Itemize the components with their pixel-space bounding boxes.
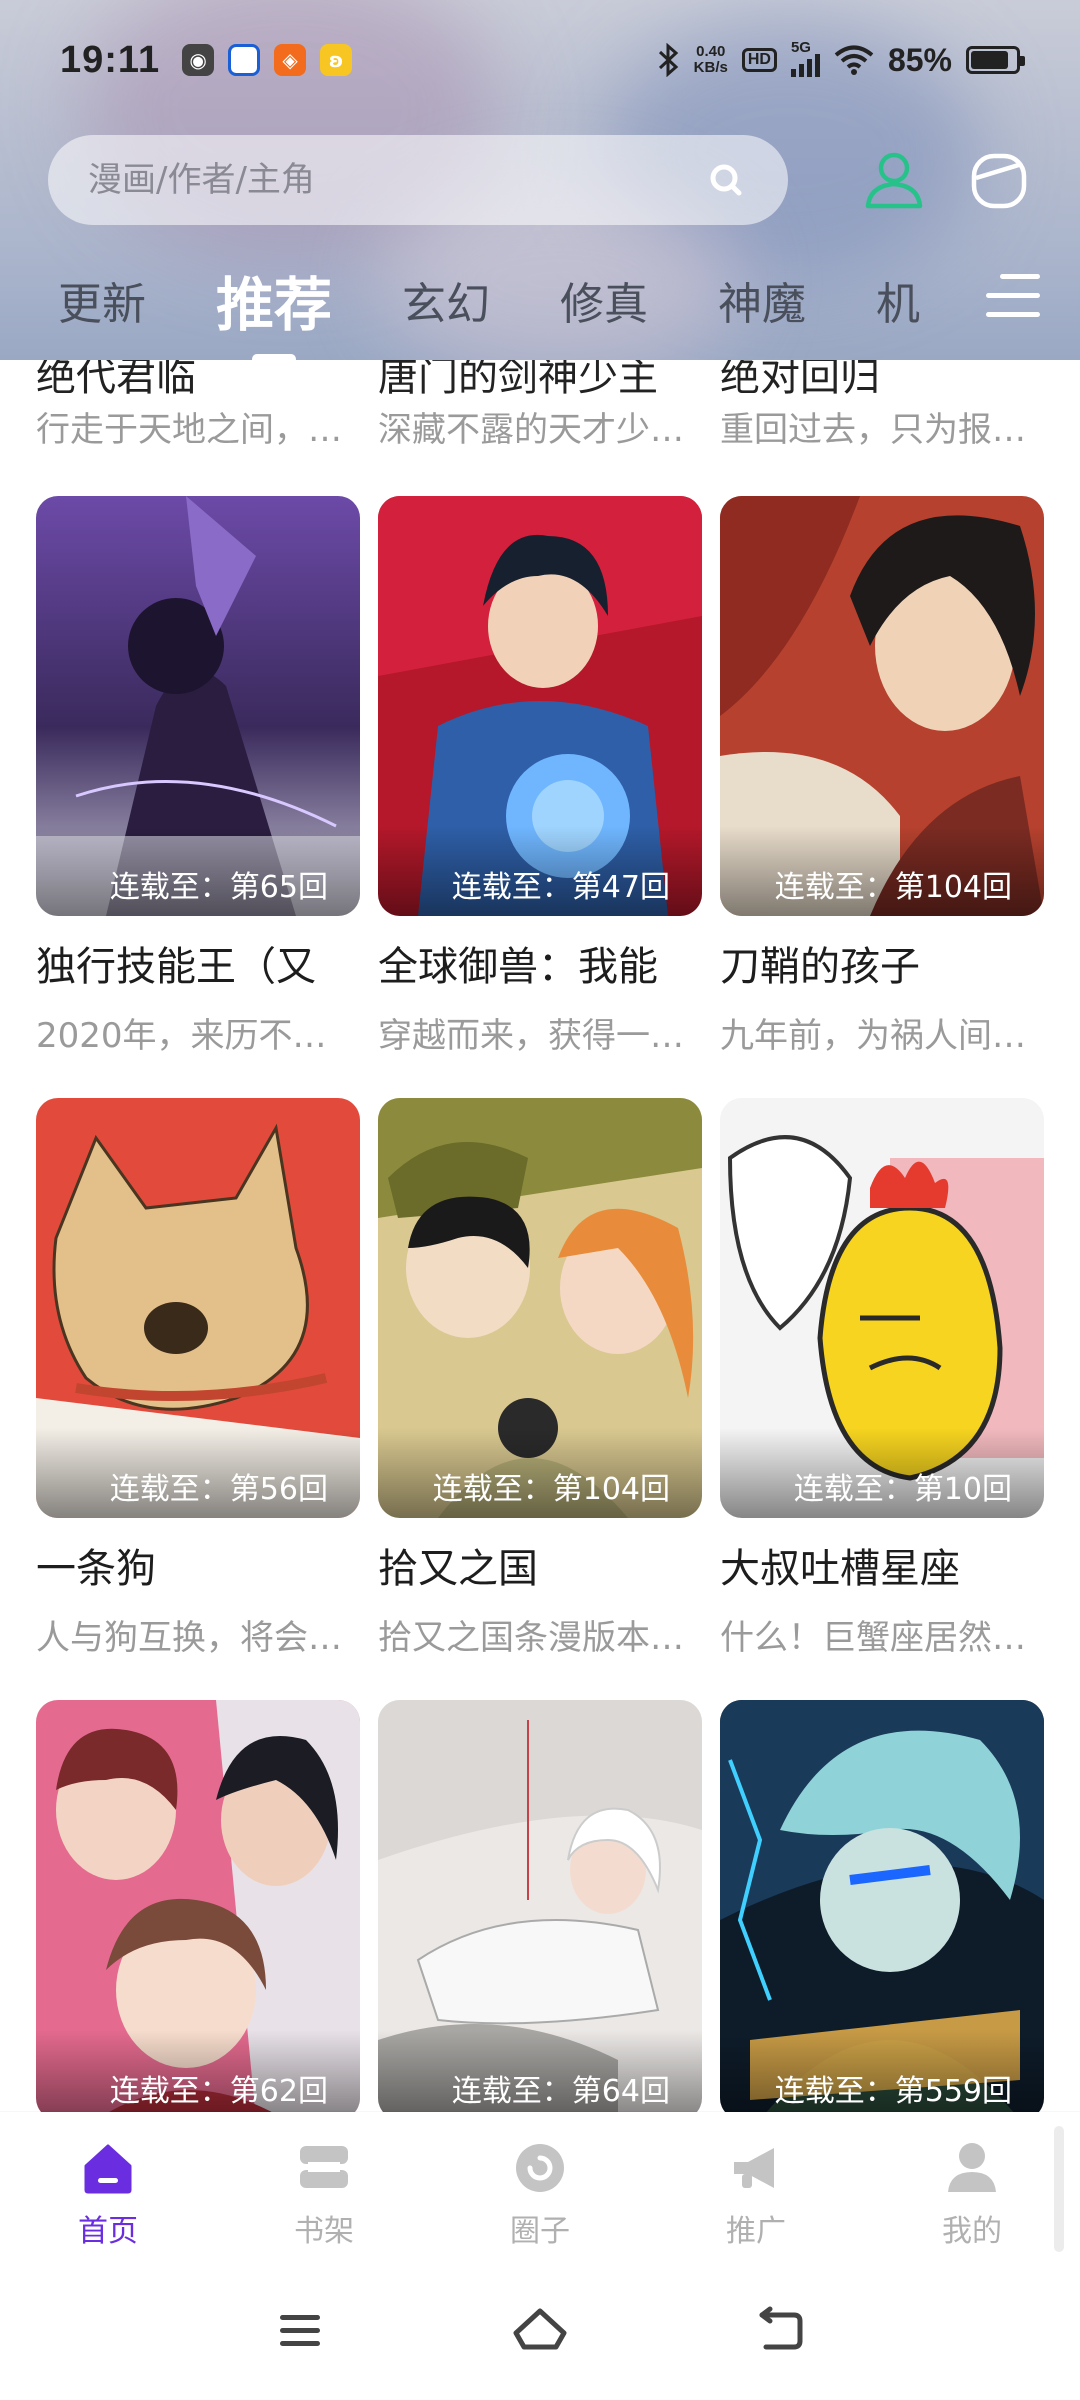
comic-card[interactable]: 连载至：第62回 [36,1700,360,2120]
tab-update[interactable]: 更新 [58,268,146,332]
nav-circle[interactable]: 圈子 [432,2112,648,2262]
nav-label: 首页 [78,2214,138,2249]
search-icon[interactable] [704,158,748,202]
home-icon [80,2140,136,2196]
category-tabs: 更新 推荐 玄幻 修真 神魔 机 [0,250,1080,360]
user-icon[interactable] [862,148,926,212]
wifi-icon [834,45,874,75]
comic-feed: 绝代君临 行走于天地之间，… 唐门的剑神少主 深藏不露的天才少… 绝对回归 重回… [0,340,1080,2120]
nav-bookshelf[interactable]: 书架 [216,2112,432,2262]
nav-mine[interactable]: 我的 [864,2112,1080,2262]
comic-grid: 连载至：第65回 独行技能王（又 2020年，来历不… 连载至：第47回 全球御… [36,496,1046,2120]
megaphone-icon [728,2140,784,2196]
comic-desc: 穿越而来，获得一… [378,1016,684,1056]
comic-desc: 拾又之国条漫版本… [378,1618,684,1658]
header: 19:11 ◉ ◈ ʚ 0.40 KB/s HD 5G 85% 漫画/作者/主角… [0,0,1080,360]
comic-cover[interactable]: 连载至：第62回 [36,1700,360,2120]
nav-home[interactable]: 首页 [0,2112,216,2262]
comic-cover[interactable]: 连载至：第56回 [36,1098,360,1518]
progress-badge: 连载至：第559回 [774,2074,1012,2109]
comic-desc: 人与狗互换，将会… [36,1618,342,1658]
progress-badge: 连载至：第47回 [451,870,670,905]
game-app-icon: ◉ [182,44,215,76]
browser-app-icon [228,44,261,76]
comic-cover[interactable]: 连载至：第10回 [720,1098,1044,1518]
comic-title[interactable]: 一条狗 [36,1536,360,1594]
menu-icon[interactable] [270,2301,330,2361]
progress-badge: 连载至：第104回 [774,870,1012,905]
comic-card[interactable]: 连载至：第104回 刀鞘的孩子 九年前，为祸人间… [720,496,1044,1066]
comic-card[interactable]: 连载至：第10回 大叔吐槽星座 什么！巨蟹座居然… [720,1098,1044,1668]
nav-promote[interactable]: 推广 [648,2112,864,2262]
tab-fantasy[interactable]: 玄幻 [402,268,490,332]
comic-card[interactable]: 连载至：第56回 一条狗 人与狗互换，将会… [36,1098,360,1668]
comic-card[interactable]: 连载至：第104回 拾又之国 拾又之国条漫版本… [378,1098,702,1668]
comic-title[interactable]: 拾又之国 [378,1536,702,1594]
nav-label: 圈子 [510,2214,570,2249]
comic-cover[interactable]: 连载至：第104回 [720,496,1044,916]
nav-label: 推广 [726,2214,786,2249]
progress-badge: 连载至：第62回 [109,2074,328,2109]
tab-menu-icon[interactable] [986,274,1040,324]
tab-recommend[interactable]: 推荐 [216,258,332,360]
comic-title[interactable]: 大叔吐槽星座 [720,1536,1044,1594]
comic-desc: 九年前，为祸人间… [720,1016,1026,1056]
circle-icon [512,2140,568,2196]
progress-badge: 连载至：第65回 [109,870,328,905]
progress-badge: 连载至：第56回 [109,1472,328,1507]
comic-cover[interactable]: 连载至：第47回 [378,496,702,916]
comic-title[interactable]: 刀鞘的孩子 [720,934,1044,992]
notification-icons: ◉ ◈ ʚ [182,44,353,76]
message-icon[interactable] [970,150,1028,210]
profile-icon [944,2140,1000,2196]
comic-cover[interactable]: 连载至：第65回 [36,496,360,916]
progress-badge: 连载至：第64回 [451,2074,670,2109]
nav-label: 我的 [942,2214,1002,2249]
tab-gods-demons[interactable]: 神魔 [718,268,806,332]
comic-desc: 2020年，来历不… [36,1016,327,1056]
bluetooth-icon [658,43,678,77]
comic-card[interactable]: 连载至：第559回 [720,1700,1044,2120]
battery-percent: 85% [887,41,952,78]
battery-icon [966,46,1025,74]
hd-badge: HD [741,48,777,72]
comic-card[interactable]: 连载至：第65回 独行技能王（又 2020年，来历不… [36,496,360,1066]
comic-card[interactable]: 连载至：第47回 全球御兽：我能 穿越而来，获得一… [378,496,702,1066]
comic-cover[interactable]: 连载至：第559回 [720,1700,1044,2120]
bookshelf-icon [296,2140,352,2196]
comic-cover[interactable]: 连载至：第64回 [378,1700,702,2120]
status-bar: 19:11 ◉ ◈ ʚ 0.40 KB/s HD 5G 85% [0,0,1080,120]
bottom-nav: 首页 书架 圈子 推广 我的 [0,2112,1080,2262]
progress-badge: 连载至：第104回 [432,1472,670,1507]
net-speed: 0.40 KB/s [693,43,728,76]
comic-card[interactable]: 连载至：第64回 [378,1700,702,2120]
signal-icon: 5G [790,39,820,77]
list-item-desc: 深藏不露的天才少… [378,410,684,450]
list-item-desc: 重回过去，只为报… [720,410,1026,450]
search-input[interactable] [88,160,704,200]
home-button-icon[interactable] [510,2301,570,2361]
progress-badge: 连载至：第10回 [793,1472,1012,1507]
search-bar[interactable] [48,135,788,225]
scroll-indicator [1054,2126,1064,2252]
comic-desc: 什么！巨蟹座居然… [720,1618,1026,1658]
list-item-desc: 行走于天地之间，… [36,410,342,450]
comic-cover[interactable]: 连载至：第104回 [378,1098,702,1518]
comic-title[interactable]: 全球御兽：我能 [378,934,702,992]
tab-cultivation[interactable]: 修真 [560,268,648,332]
status-time: 19:11 [60,38,161,81]
tab-mecha[interactable]: 机 [876,268,920,332]
shopping-app-icon: ◈ [274,44,307,76]
back-icon[interactable] [750,2301,810,2361]
comic-title[interactable]: 独行技能王（又 [36,934,360,992]
rabbit-app-icon: ʚ [320,44,353,76]
nav-label: 书架 [294,2214,354,2249]
system-nav-bar [0,2262,1080,2400]
